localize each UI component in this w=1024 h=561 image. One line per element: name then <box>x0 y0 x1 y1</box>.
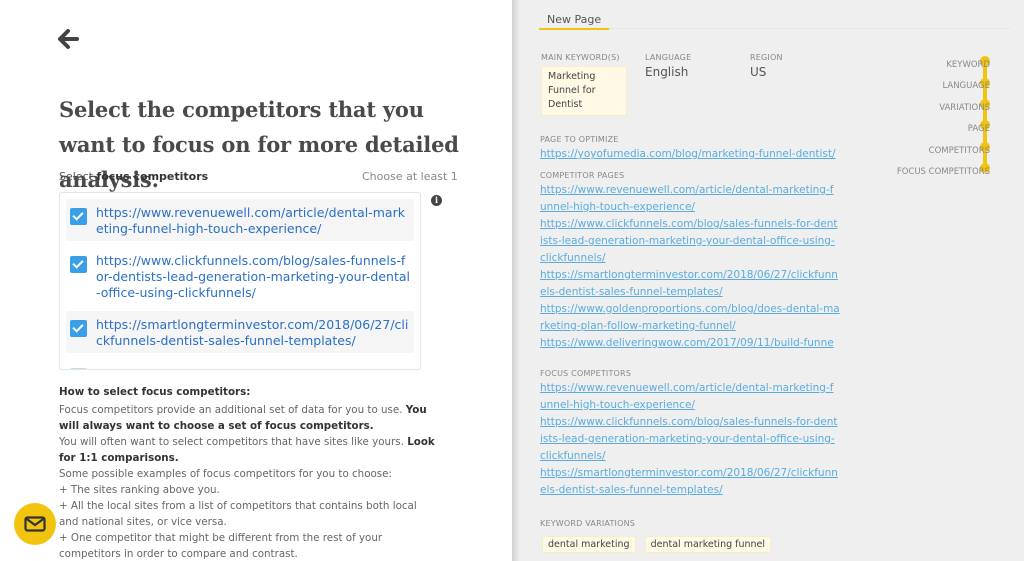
competitor-url: https://www.clickfunnels.com/blog/sales-… <box>96 253 410 300</box>
focus-competitors-label: FOCUS COMPETITORS <box>540 369 632 378</box>
competitor-page-link[interactable]: https://smartlongterminvestor.com/2018/0… <box>540 267 840 301</box>
main-keyword-chip: Marketing Funnel for Dentist <box>541 66 627 116</box>
pane-divider <box>512 0 520 561</box>
step-keyword[interactable]: KEYWORD <box>897 55 990 76</box>
howto-text: You will often want to select competitor… <box>59 436 408 448</box>
language-value: English <box>645 65 689 79</box>
competitor-list[interactable]: https://www.revenuewell.com/article/dent… <box>59 192 421 370</box>
select-label: Select focus competitors <box>59 170 208 183</box>
focus-competitors-list: https://www.revenuewell.com/article/dent… <box>540 380 840 499</box>
page-url-link[interactable]: https://yoyofumedia.com/blog/marketing-f… <box>540 146 840 163</box>
keyword-variation-chip: dental marketing <box>542 536 636 553</box>
tab-new-page[interactable]: New Page <box>539 12 610 30</box>
region-value: US <box>750 65 767 79</box>
focus-competitor-link[interactable]: https://smartlongterminvestor.com/2018/0… <box>540 465 840 499</box>
language-label: LANGUAGE <box>645 53 692 62</box>
select-label-prefix: Select <box>59 170 97 183</box>
step-language[interactable]: LANGUAGE <box>897 76 990 97</box>
step-variations[interactable]: VARIATIONS <box>897 98 990 119</box>
howto-paragraph: Some possible examples of focus competit… <box>59 468 392 480</box>
checkbox-checked-icon[interactable] <box>70 256 87 273</box>
howto-text: Focus competitors provide an additional … <box>59 404 406 416</box>
select-label-bold: focus competitors <box>96 170 209 183</box>
keyword-variations-list: dental marketing dental marketing funnel <box>542 532 775 553</box>
howto-heading: How to select focus competitors: <box>59 386 251 398</box>
contact-button[interactable] <box>14 503 56 545</box>
howto-bullet: + All the local sites from a list of com… <box>59 500 417 528</box>
howto-paragraph: You will often want to select competitor… <box>59 434 439 466</box>
competitor-pages-list: https://www.revenuewell.com/article/dent… <box>540 182 840 362</box>
envelope-icon <box>24 516 46 532</box>
competitor-url: https://www.revenuewell.com/article/dent… <box>96 205 405 236</box>
keyword-variations-label: KEYWORD VARIATIONS <box>540 519 636 528</box>
howto-bullet: + The sites ranking above you. <box>59 484 220 496</box>
back-button[interactable] <box>58 28 80 50</box>
page-to-optimize-label: PAGE TO OPTIMIZE <box>540 135 619 144</box>
competitor-item[interactable]: https://www.revenuewell.com/article/dent… <box>66 199 414 241</box>
competitor-page-link[interactable]: https://www.goldenproportions.com/blog/d… <box>540 301 840 335</box>
checkbox-checked-icon[interactable] <box>70 320 87 337</box>
page-to-optimize: https://yoyofumedia.com/blog/marketing-f… <box>540 146 840 163</box>
howto-bullet: + One competitor that might be different… <box>59 532 383 560</box>
step-competitors[interactable]: COMPETITORS <box>897 141 990 162</box>
region-label: REGION <box>750 53 783 62</box>
arrow-left-icon <box>58 29 79 49</box>
howto-section: How to select focus competitors: Focus c… <box>59 384 439 561</box>
competitor-item-partial[interactable] <box>66 359 414 369</box>
competitor-url: https://smartlongterminvestor.com/2018/0… <box>96 317 409 348</box>
tab-divider <box>609 28 1009 29</box>
competitor-page-link[interactable]: https://www.revenuewell.com/article/dent… <box>540 182 840 216</box>
competitor-item[interactable]: https://smartlongterminvestor.com/2018/0… <box>66 311 414 353</box>
focus-competitor-link[interactable]: https://www.revenuewell.com/article/dent… <box>540 380 840 414</box>
competitor-page-link[interactable]: https://www.deliveringwow.com/2017/09/11… <box>540 335 840 352</box>
keyword-variation-chip: dental marketing funnel <box>644 536 772 553</box>
progress-steps: KEYWORD LANGUAGE VARIATIONS PAGE COMPETI… <box>897 55 990 183</box>
step-focus-competitors[interactable]: FOCUS COMPETITORS <box>897 162 990 183</box>
main-keyword-label: MAIN KEYWORD(S) <box>541 53 620 62</box>
competitor-page-link[interactable]: https://www.clickfunnels.com/blog/sales-… <box>540 216 840 267</box>
choose-hint: Choose at least 1 <box>362 170 458 183</box>
info-icon[interactable]: i <box>431 195 442 206</box>
competitor-pages-label: COMPETITOR PAGES <box>540 171 625 180</box>
howto-paragraph: Focus competitors provide an additional … <box>59 402 439 434</box>
focus-competitor-link[interactable]: https://www.clickfunnels.com/blog/sales-… <box>540 414 840 465</box>
step-page[interactable]: PAGE <box>897 119 990 140</box>
checkbox-icon[interactable] <box>70 368 87 369</box>
competitor-item[interactable]: https://www.clickfunnels.com/blog/sales-… <box>66 247 414 305</box>
checkbox-checked-icon[interactable] <box>70 208 87 225</box>
wizard-left-pane: Select the competitors that you want to … <box>0 0 512 561</box>
